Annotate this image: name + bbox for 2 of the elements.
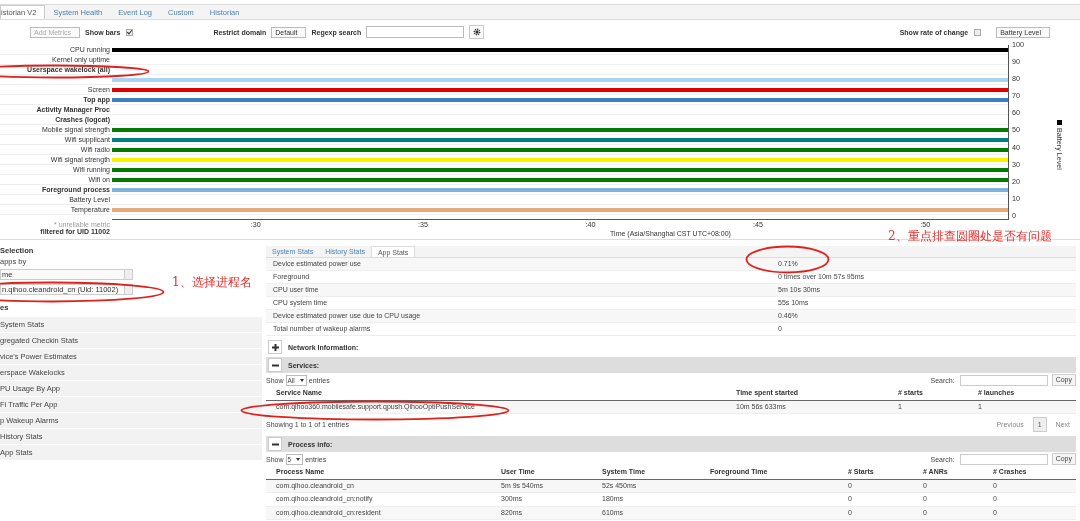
annotation-note: 1、选择进程名 — [172, 274, 252, 291]
annotation-note: 2、重点排查圆圈处是否有问题 — [888, 228, 1052, 245]
